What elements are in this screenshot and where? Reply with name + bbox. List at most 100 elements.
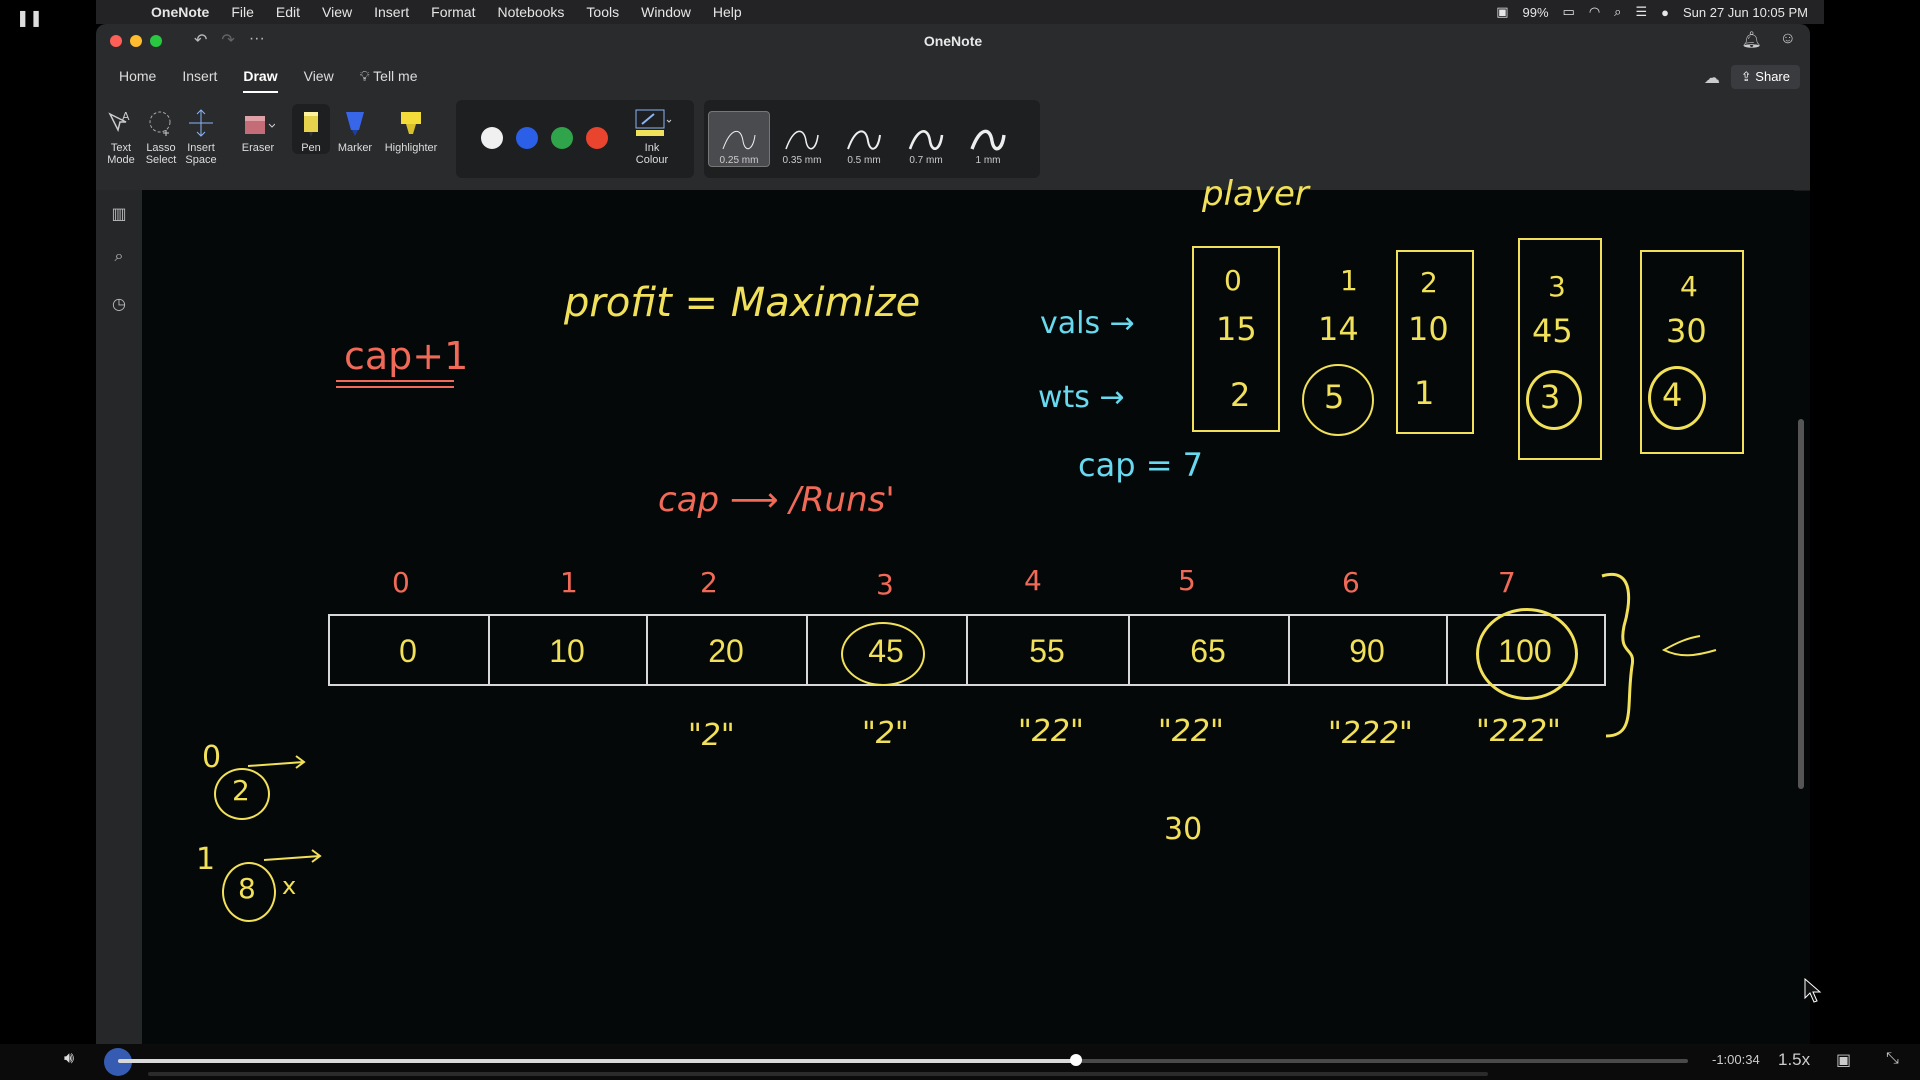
dp-index: 4 <box>1024 564 1042 597</box>
dp-index: 5 <box>1178 564 1196 597</box>
ink-cap-runs: cap ⟶ /Runs' <box>658 480 895 520</box>
marker-button[interactable]: Marker <box>332 104 378 154</box>
ink-colour-button[interactable]: Ink Colour <box>626 104 678 166</box>
video-buffer-track <box>148 1072 1488 1076</box>
thickness-label: 1 mm <box>975 155 1001 166</box>
ink-underline <box>336 386 454 388</box>
highlighter-button[interactable]: Highlighter <box>380 104 442 154</box>
ink-cap-plus-one: cap+1 <box>344 334 469 378</box>
recent-clock-icon[interactable]: ◷ <box>108 294 130 314</box>
insert-space-label-1: Insert <box>187 142 215 154</box>
menu-format[interactable]: Format <box>420 4 486 20</box>
tab-insert[interactable]: Insert <box>169 68 230 85</box>
item-weight: 3 <box>1540 378 1561 416</box>
menu-notebooks[interactable]: Notebooks <box>486 4 575 20</box>
dp-index: 6 <box>1342 566 1360 599</box>
exit-fullscreen-icon[interactable]: ⤡ <box>1886 1050 1899 1068</box>
thickness-0-35mm[interactable]: 0.35 mm <box>772 112 832 166</box>
thickness-label: 0.5 mm <box>847 155 881 166</box>
picture-in-picture-icon[interactable]: ▣ <box>1836 1050 1851 1070</box>
playback-speed[interactable]: 1.5x <box>1778 1050 1810 1070</box>
menu-window[interactable]: Window <box>630 4 702 20</box>
share-button[interactable]: ⇪ Share <box>1730 65 1800 89</box>
ink-left-zero: 0 <box>202 740 222 775</box>
thickness-label: 0.35 mm <box>782 155 822 166</box>
stroke-sample-icon <box>970 129 1006 151</box>
ink-vals-label: vals → <box>1040 306 1135 341</box>
thickness-1mm[interactable]: 1 mm <box>958 112 1018 166</box>
dp-cell: 55 <box>966 616 1130 686</box>
text-mode-button[interactable]: A Text Mode <box>104 104 138 166</box>
menu-app-name[interactable]: OneNote <box>140 4 220 20</box>
pause-icon[interactable]: ❚❚ <box>16 8 43 28</box>
stroke-sample-icon <box>908 130 944 150</box>
dp-cell-value: 55 <box>1029 632 1065 669</box>
menu-view[interactable]: View <box>311 4 363 20</box>
ink-colour-icon <box>632 104 672 142</box>
colour-swatch-green[interactable] <box>551 127 573 149</box>
battery-icon[interactable]: ▭ <box>1563 4 1575 20</box>
item-value: 10 <box>1408 310 1449 348</box>
tell-me[interactable]: 💡︎ Tell me <box>347 68 431 85</box>
bell-icon[interactable]: 🔔︎ <box>1741 30 1761 50</box>
pen-label: Pen <box>301 142 321 154</box>
dp-subnote: "222" <box>1476 714 1561 749</box>
item-value: 30 <box>1666 312 1707 350</box>
dp-subnote: "222" <box>1328 716 1413 751</box>
menu-clock[interactable]: Sun 27 Jun 10:05 PM <box>1683 5 1808 20</box>
lasso-label-2: Select <box>145 154 177 166</box>
pen-button[interactable]: Pen <box>292 104 330 154</box>
menu-insert[interactable]: Insert <box>363 4 420 20</box>
item-index: 0 <box>1224 264 1242 297</box>
battery-percent: 99% <box>1522 4 1549 20</box>
sync-icon[interactable]: ☁ <box>1704 68 1720 88</box>
ink-cap-equals: cap = 7 <box>1078 446 1204 484</box>
menu-tools[interactable]: Tools <box>575 4 630 20</box>
smiley-icon[interactable]: ☺ <box>1780 30 1796 50</box>
tab-view[interactable]: View <box>291 68 347 85</box>
colour-swatch-white[interactable] <box>481 127 503 149</box>
thickness-label: 0.7 mm <box>909 155 943 166</box>
notification-status-icon[interactable]: ▣ <box>1496 4 1508 20</box>
colour-swatch-red[interactable] <box>586 127 608 149</box>
colour-swatch-blue[interactable] <box>516 127 538 149</box>
eraser-button[interactable]: Eraser <box>236 104 280 154</box>
thickness-0-7mm[interactable]: 0.7 mm <box>896 112 956 166</box>
thickness-0-25mm[interactable]: 0.25 mm <box>708 111 770 167</box>
dp-index: 1 <box>560 566 578 599</box>
ink-circle <box>1476 608 1578 700</box>
text-mode-label-2: Mode <box>107 154 135 166</box>
control-center-icon[interactable]: ☰ <box>1635 4 1647 20</box>
item-weight: 2 <box>1230 376 1251 414</box>
tab-draw[interactable]: Draw <box>230 68 290 93</box>
menu-help[interactable]: Help <box>702 4 753 20</box>
search-icon[interactable]: ⌕ <box>1614 4 1621 20</box>
tab-home[interactable]: Home <box>106 68 169 85</box>
dp-cell: 90 <box>1288 616 1448 686</box>
notebooks-icon[interactable]: ▥ <box>108 204 130 224</box>
ink-player: player <box>1202 174 1309 214</box>
ink-thirty: 30 <box>1164 812 1203 847</box>
thickness-0-5mm[interactable]: 0.5 mm <box>834 112 894 166</box>
vertical-scrollbar[interactable] <box>1798 419 1804 789</box>
video-progress-knob[interactable] <box>1070 1054 1082 1066</box>
item-index: 2 <box>1420 266 1438 299</box>
wifi-icon[interactable]: ◠ <box>1589 4 1600 20</box>
search-icon[interactable]: ⌕ <box>108 248 130 266</box>
lasso-select-button[interactable]: Lasso Select <box>142 104 180 166</box>
ink-left-mark: x <box>282 872 297 900</box>
menu-file[interactable]: File <box>220 4 265 20</box>
volume-icon[interactable]: 🔊︎ <box>64 1050 74 1068</box>
item-index: 1 <box>1340 264 1358 297</box>
menu-edit[interactable]: Edit <box>265 4 311 20</box>
ink-left-one: 1 <box>196 842 216 877</box>
item-weight: 1 <box>1414 374 1435 412</box>
dp-index: 7 <box>1498 566 1516 599</box>
dp-cell: 65 <box>1128 616 1290 686</box>
item-weight: 5 <box>1324 378 1345 416</box>
insert-space-button[interactable]: Insert Space <box>182 104 220 166</box>
item-value: 45 <box>1532 312 1573 350</box>
siri-icon[interactable]: ● <box>1661 5 1669 20</box>
item-value: 14 <box>1318 310 1359 348</box>
insert-space-icon <box>186 104 216 142</box>
